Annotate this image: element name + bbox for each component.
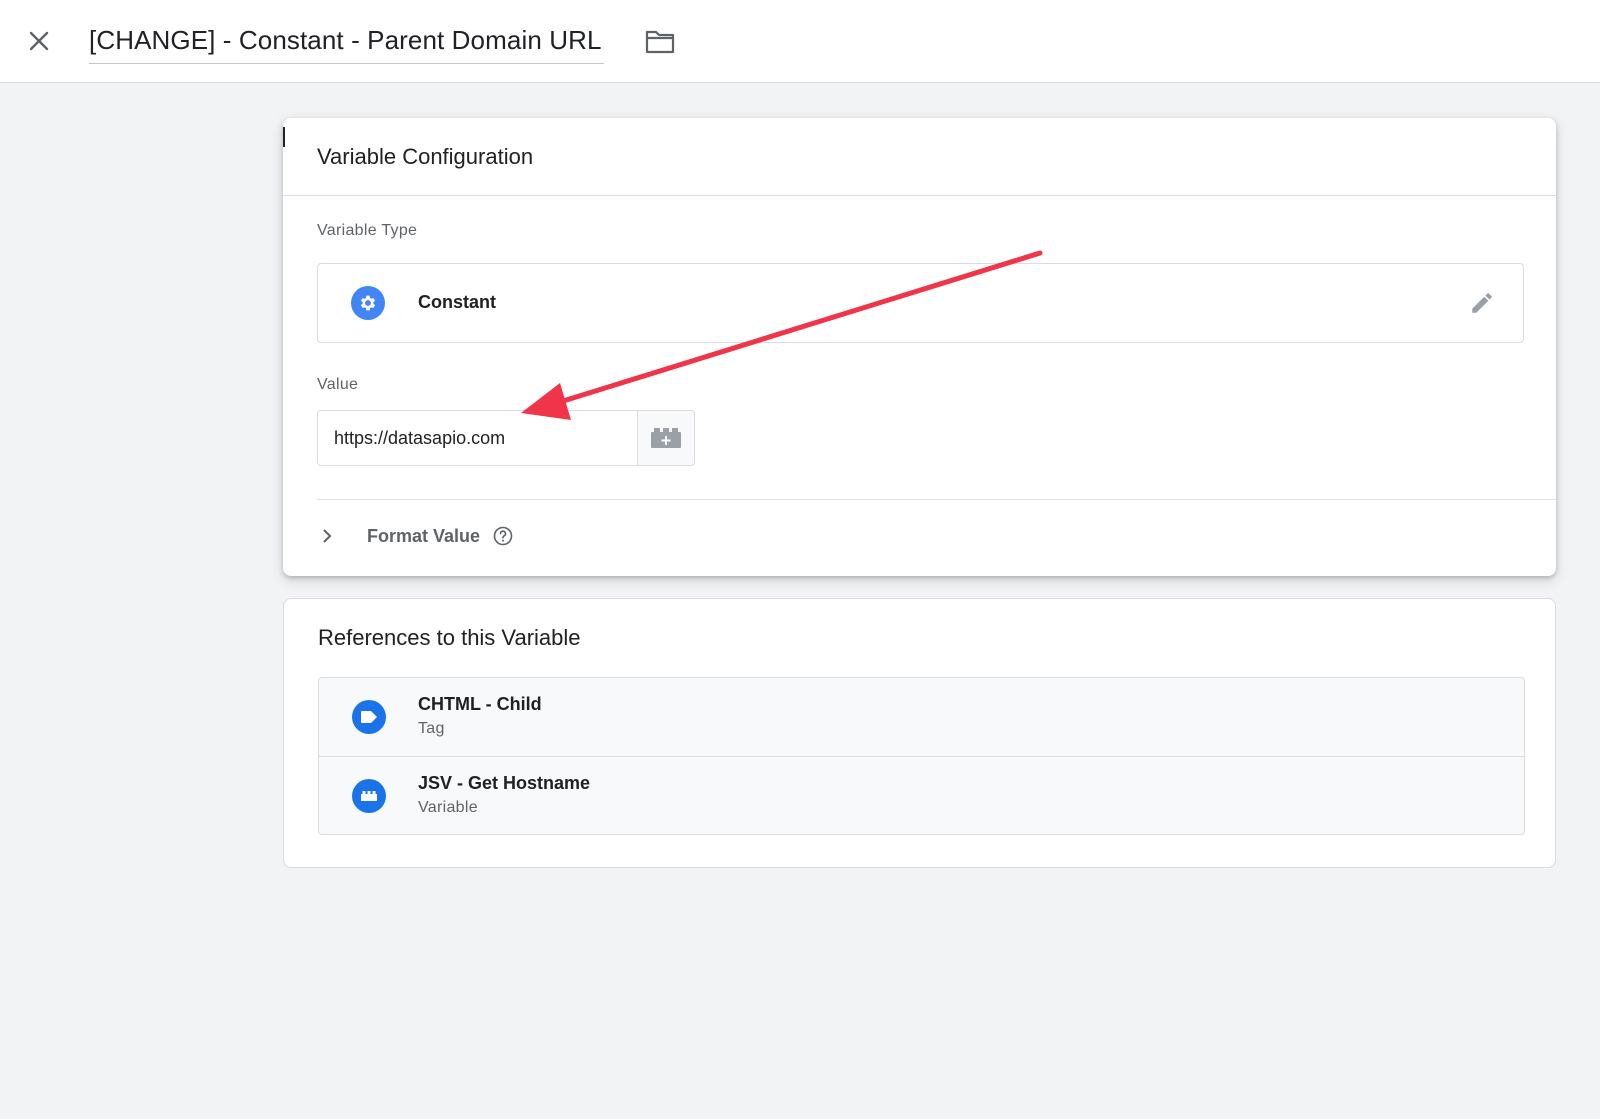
card-title: Variable Configuration	[317, 143, 534, 169]
reference-name: JSV - Get Hostname	[418, 773, 591, 793]
value-input[interactable]	[317, 410, 637, 466]
close-icon	[29, 31, 49, 51]
variable-name-text: [CHANGE] - Constant - Parent Domain URL	[89, 25, 602, 55]
variable-configuration-card: Variable Configuration Variable Type Con…	[283, 118, 1556, 576]
section-divider	[317, 499, 1556, 500]
editor-header: [CHANGE] - Constant - Parent Domain URL	[0, 0, 1600, 83]
text-cursor	[283, 127, 285, 147]
reference-item-chtml-child[interactable]: CHTML - Child Tag	[319, 678, 1524, 756]
folder-icon	[645, 30, 675, 54]
variable-type-label: Variable Type	[317, 222, 418, 239]
pencil-icon	[1472, 293, 1492, 313]
card-header: Variable Configuration	[283, 118, 1556, 196]
gear-icon	[351, 286, 385, 320]
variable-type-name: Constant	[418, 292, 496, 312]
variable-block-icon	[651, 428, 681, 448]
edit-type-button[interactable]	[1465, 286, 1499, 320]
close-button[interactable]	[22, 24, 56, 58]
chevron-right-icon	[317, 526, 337, 546]
help-icon[interactable]	[492, 525, 514, 547]
variable-block-icon	[352, 779, 386, 813]
value-label: Value	[317, 376, 359, 393]
tag-icon	[352, 700, 386, 734]
folder-button[interactable]	[642, 24, 678, 60]
references-card: References to this Variable CHTML - Chil…	[283, 598, 1556, 868]
reference-kind: Variable	[418, 799, 478, 816]
reference-item-jsv-get-hostname[interactable]: JSV - Get Hostname Variable	[319, 756, 1524, 834]
references-title: References to this Variable	[318, 625, 581, 650]
format-value-toggle[interactable]: Format Value	[317, 516, 514, 556]
insert-variable-button[interactable]	[637, 410, 695, 466]
reference-kind: Tag	[418, 720, 445, 737]
variable-name-field[interactable]: [CHANGE] - Constant - Parent Domain URL	[89, 20, 604, 64]
variable-type-selector[interactable]: Constant	[317, 263, 1524, 343]
format-value-label: Format Value	[367, 525, 481, 546]
references-list: CHTML - Child Tag JSV - Get Hostname Var…	[318, 677, 1525, 835]
reference-name: CHTML - Child	[418, 694, 542, 714]
